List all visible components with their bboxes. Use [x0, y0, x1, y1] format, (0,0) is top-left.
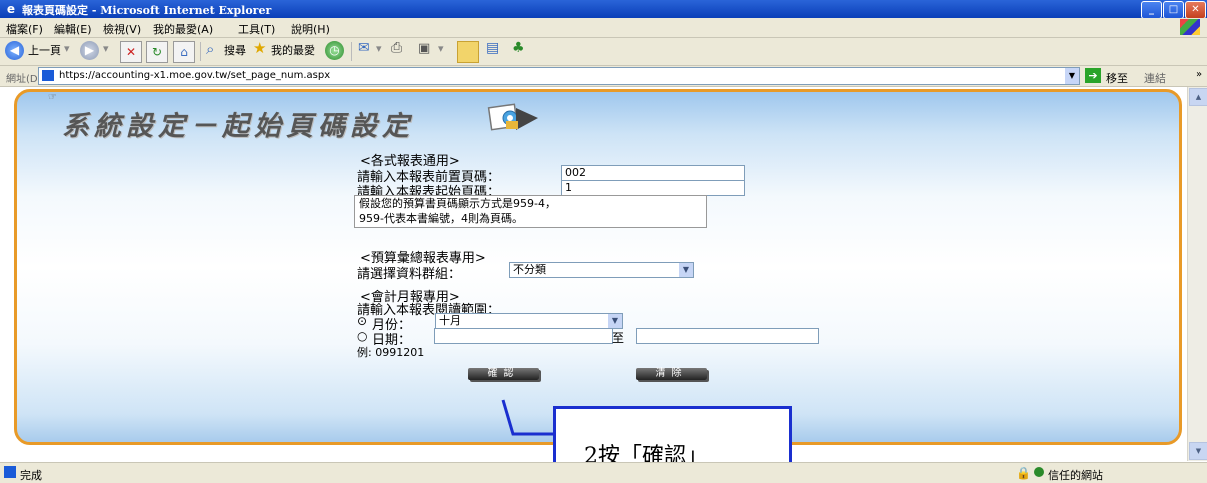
mail-icon[interactable]: ✉	[358, 40, 370, 56]
page-title: 系統設定－起始頁碼設定	[62, 111, 414, 142]
date-radio[interactable]: ○	[357, 329, 367, 343]
date-from-input[interactable]	[434, 328, 613, 344]
prefix-page-input[interactable]: 002	[561, 165, 745, 181]
favorites-star-icon[interactable]: ★	[253, 39, 266, 57]
month-select[interactable]: 十月 ▼	[435, 313, 623, 329]
address-input[interactable]: https://accounting-x1.moe.gov.tw/set_pag…	[38, 67, 1080, 85]
history-icon[interactable]: ◷	[325, 41, 344, 60]
confirm-button[interactable]: 確認	[468, 368, 539, 380]
toolbar-separator	[351, 42, 352, 61]
maximize-button[interactable]: □	[1163, 1, 1184, 19]
date-to-input[interactable]	[636, 328, 819, 344]
menu-view[interactable]: 檢視(V)	[103, 21, 141, 37]
group-value: 不分類	[513, 263, 546, 276]
print-icon[interactable]: ⎙	[391, 40, 402, 56]
menu-tools[interactable]: 工具(T)	[238, 21, 275, 37]
mail-dropdown-icon[interactable]: ▾	[376, 42, 382, 55]
title-bar: e 報表頁碼設定 - Microsoft Internet Explorer _…	[0, 0, 1207, 19]
month-value: 十月	[439, 314, 461, 327]
page-icon	[4, 466, 16, 478]
settings-graphic-icon	[487, 103, 538, 131]
note-line-1: 假設您的預算書頁碼顯示方式是959-4，	[359, 197, 556, 210]
menu-help[interactable]: 說明(H)	[291, 21, 330, 37]
chevron-down-icon[interactable]: ▼	[608, 314, 622, 328]
windows-logo-icon	[1180, 19, 1200, 35]
callout-pointer-line	[501, 399, 555, 436]
scroll-down-icon[interactable]: ▼	[1189, 442, 1207, 460]
messenger-icon[interactable]: ♣	[512, 40, 525, 56]
search-icon[interactable]: ⌕	[206, 40, 214, 58]
lock-icon: 🔒	[1016, 466, 1031, 480]
zone-label: 信任的網站	[1048, 469, 1103, 482]
back-arrow-icon[interactable]: ◀	[5, 41, 24, 60]
vertical-scrollbar[interactable]: ▲ ▼	[1187, 87, 1207, 461]
ie-icon: e	[6, 2, 16, 16]
links-button[interactable]: 連結	[1144, 70, 1166, 86]
frame-corner-icon: ☞	[48, 92, 57, 103]
menu-file[interactable]: 檔案(F)	[6, 21, 43, 37]
folder-icon[interactable]	[457, 41, 479, 63]
stop-icon[interactable]: ✕	[120, 41, 142, 63]
page-icon	[42, 70, 54, 81]
clear-button[interactable]: 清除	[636, 368, 707, 380]
status-bar: 完成 🔒 信任的網站	[0, 462, 1207, 483]
edit-page-icon[interactable]: ▣	[418, 41, 430, 56]
forward-dropdown-icon[interactable]: ▾	[103, 42, 109, 55]
menu-favorites[interactable]: 我的最愛(A)	[153, 21, 213, 37]
data-group-select[interactable]: 不分類 ▼	[509, 262, 694, 278]
close-button[interactable]: ✕	[1185, 1, 1206, 19]
address-label: 網址(D)	[6, 74, 42, 85]
address-url[interactable]: https://accounting-x1.moe.gov.tw/set_pag…	[59, 70, 330, 81]
date-example: 例: 0991201	[357, 346, 425, 359]
home-icon[interactable]: ⌂	[173, 41, 195, 63]
go-arrow-icon[interactable]: ➔	[1085, 68, 1101, 83]
status-text: 完成	[20, 469, 42, 482]
menu-edit[interactable]: 編輯(E)	[54, 21, 92, 37]
trusted-zone-icon	[1034, 467, 1044, 477]
back-label[interactable]: 上一頁	[28, 42, 61, 58]
group-label: 請選擇資料群組：	[357, 267, 462, 282]
links-chevron-icon[interactable]: »	[1196, 69, 1202, 80]
month-radio[interactable]: ⊙	[357, 314, 367, 328]
back-dropdown-icon[interactable]: ▾	[64, 42, 70, 55]
search-label[interactable]: 搜尋	[224, 42, 246, 58]
toolbar-separator	[200, 42, 201, 61]
go-button[interactable]: 移至	[1106, 70, 1128, 86]
note-line-2: 959-代表本書編號，4則為頁碼。	[359, 212, 523, 225]
address-dropdown-icon[interactable]: ▼	[1065, 68, 1079, 84]
edit-dropdown-icon[interactable]: ▾	[438, 42, 444, 55]
forward-arrow-icon[interactable]: ▶	[80, 41, 99, 60]
chevron-down-icon[interactable]: ▼	[679, 263, 693, 277]
refresh-icon[interactable]: ↻	[146, 41, 168, 63]
toolbar: ◀ 上一頁 ▾ ▶ ▾ ✕ ↻ ⌂ ⌕ 搜尋 ★ 我的最愛 ◷ ✉ ▾ ⎙ ▣ …	[0, 38, 1207, 66]
minimize-button[interactable]: _	[1141, 1, 1162, 19]
scroll-up-icon[interactable]: ▲	[1189, 88, 1207, 106]
date-to-label: 至	[612, 331, 625, 345]
favorites-label[interactable]: 我的最愛	[271, 42, 315, 58]
start-page-input[interactable]: 1	[561, 180, 745, 196]
format-note: 假設您的預算書頁碼顯示方式是959-4， 959-代表本書編號，4則為頁碼。	[354, 195, 707, 228]
menu-bar: 檔案(F) 編輯(E) 檢視(V) 我的最愛(A) 工具(T) 說明(H)	[0, 18, 1207, 38]
research-icon[interactable]: ▤	[486, 40, 499, 56]
window-title: 報表頁碼設定 - Microsoft Internet Explorer	[22, 4, 272, 17]
address-bar: 網址(D) https://accounting-x1.moe.gov.tw/s…	[0, 66, 1207, 87]
